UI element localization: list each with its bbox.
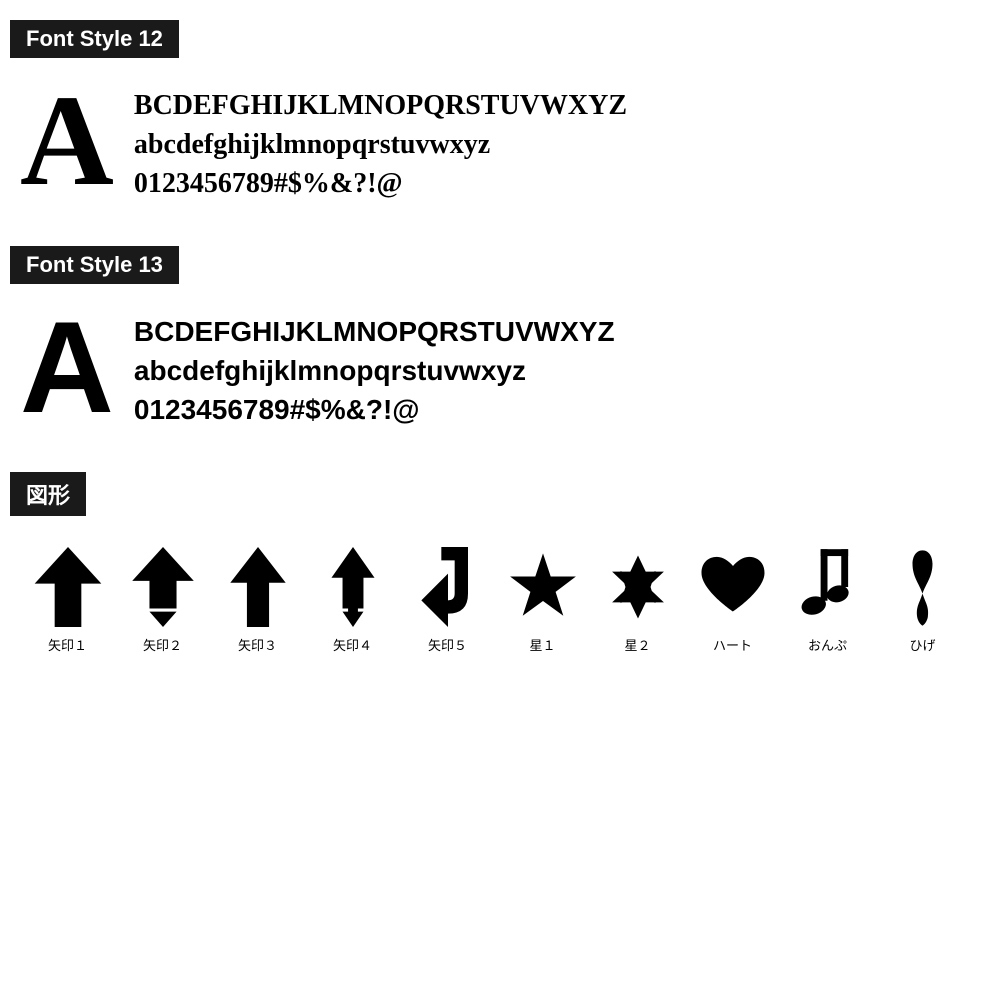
shape-item-arrow4: 矢印４	[305, 544, 400, 654]
arrow2-icon	[128, 544, 198, 629]
arrow4-label: 矢印４	[333, 635, 372, 654]
music-icon	[800, 544, 855, 629]
star1-icon	[508, 544, 578, 629]
arrow5-label: 矢印５	[428, 635, 467, 654]
shape-item-arrow3: 矢印３	[210, 544, 305, 654]
font-style-12-label: Font Style 12	[10, 20, 179, 58]
font-12-line-3: 0123456789#$%&?!@	[134, 164, 627, 203]
arrow1-label: 矢印１	[48, 635, 87, 654]
star1-label: 星１	[529, 635, 555, 654]
mustache-label: ひげ	[909, 635, 935, 654]
shape-item-arrow2: 矢印２	[115, 544, 210, 654]
font-13-line-1: BCDEFGHIJKLMNOPQRSTUVWXYZ	[134, 312, 615, 351]
shapes-grid: 矢印１ 矢印２ 矢印３	[10, 534, 990, 674]
page-wrapper: Font Style 12 A BCDEFGHIJKLMNOPQRSTUVWXY…	[0, 0, 1000, 694]
shape-item-arrow5: 矢印５	[400, 544, 495, 654]
font-12-big-letter: A	[20, 76, 114, 206]
music-label: おんぷ	[808, 635, 847, 654]
star2-icon	[603, 544, 673, 629]
shapes-section: 図形 矢印１ 矢印２	[10, 472, 990, 674]
font-style-12-section: Font Style 12 A BCDEFGHIJKLMNOPQRSTUVWXY…	[10, 20, 990, 206]
font-style-13-section: Font Style 13 A BCDEFGHIJKLMNOPQRSTUVWXY…	[10, 246, 990, 432]
mustache-icon	[905, 544, 940, 629]
font-12-char-lines: BCDEFGHIJKLMNOPQRSTUVWXYZ abcdefghijklmn…	[134, 76, 627, 204]
font-13-demo: A BCDEFGHIJKLMNOPQRSTUVWXYZ abcdefghijkl…	[10, 302, 990, 432]
font-style-13-label: Font Style 13	[10, 246, 179, 284]
font-12-demo: A BCDEFGHIJKLMNOPQRSTUVWXYZ abcdefghijkl…	[10, 76, 990, 206]
font-13-char-lines: BCDEFGHIJKLMNOPQRSTUVWXYZ abcdefghijklmn…	[134, 302, 615, 430]
arrow4-icon	[318, 544, 388, 629]
font-12-line-1: BCDEFGHIJKLMNOPQRSTUVWXYZ	[134, 86, 627, 125]
shape-item-star2: 星２	[590, 544, 685, 654]
arrow5-icon	[413, 544, 483, 629]
shape-item-arrow1: 矢印１	[20, 544, 115, 654]
shape-item-heart: ハート	[685, 544, 780, 654]
font-13-big-letter: A	[20, 302, 114, 432]
font-12-line-2: abcdefghijklmnopqrstuvwxyz	[134, 125, 627, 164]
arrow3-label: 矢印３	[238, 635, 277, 654]
shape-item-star1: 星１	[495, 544, 590, 654]
star2-label: 星２	[624, 635, 650, 654]
heart-label: ハート	[713, 635, 752, 654]
font-13-line-2: abcdefghijklmnopqrstuvwxyz	[134, 351, 615, 390]
arrow1-icon	[33, 544, 103, 629]
heart-icon	[698, 544, 768, 629]
arrow3-icon	[223, 544, 293, 629]
shape-item-music: おんぷ	[780, 544, 875, 654]
shape-item-mustache: ひげ	[875, 544, 970, 654]
arrow2-label: 矢印２	[143, 635, 182, 654]
shapes-label: 図形	[10, 472, 86, 516]
font-13-line-3: 0123456789#$%&?!@	[134, 390, 615, 429]
